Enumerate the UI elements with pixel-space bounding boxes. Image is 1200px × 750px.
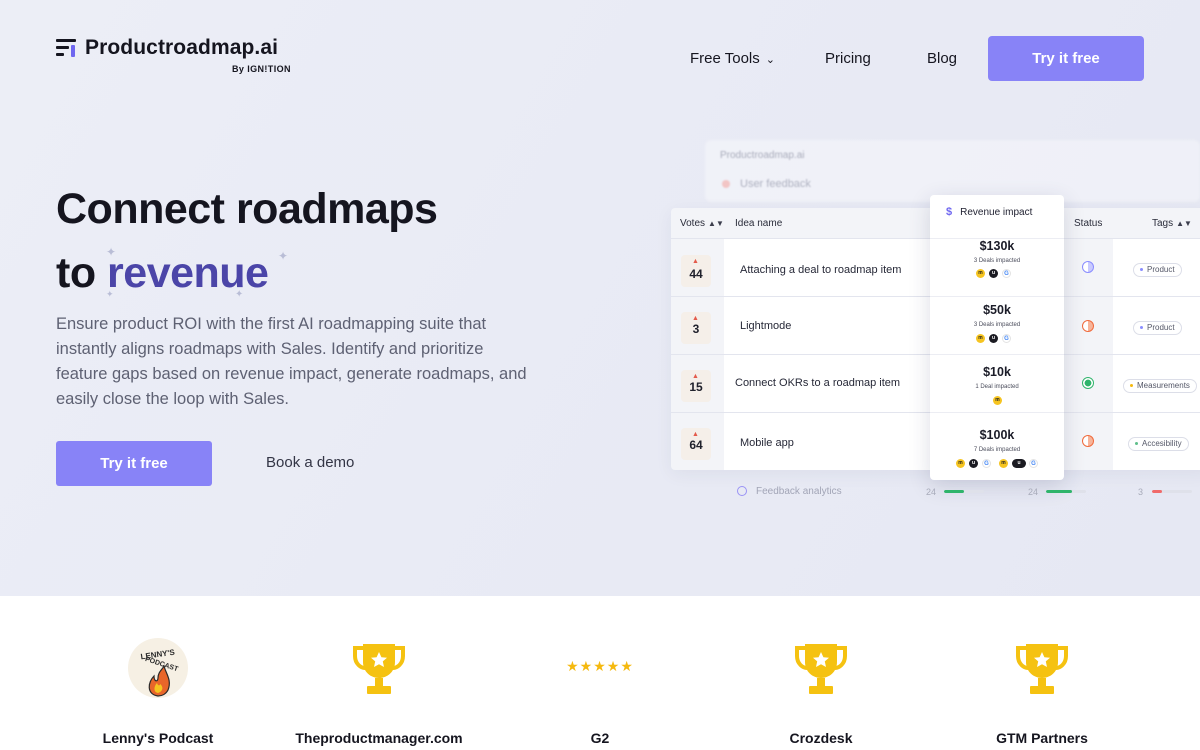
status-icon [1082,261,1094,273]
google-logo-icon: G [1002,269,1011,278]
award-label: G2 [590,730,610,746]
google-logo-icon: G [1029,459,1038,468]
sparkle-icon: ✦ [106,289,114,299]
feedback-icon [722,180,730,188]
idea-name[interactable]: Attaching a deal to roadmap item [740,264,901,276]
company-logo-icon: u [1012,459,1026,468]
company-logo-icon: u [989,334,998,343]
nav-free-tools-label: Free Tools [690,50,760,67]
trophy-icon [353,644,405,694]
tag-label: Product [1147,323,1175,332]
google-logo-icon: G [1002,334,1011,343]
company-logo-icon: m [976,269,985,278]
feedback-analytics-label: Feedback analytics [756,486,842,497]
column-votes-label: Votes [680,218,706,229]
revenue-amount: $100k [979,428,1015,442]
card-divider [930,412,1064,413]
revenue-impact-header[interactable]: $ Revenue impact [946,206,1032,218]
dollar-icon: $ [946,206,953,218]
revenue-amount: $50k [983,303,1011,317]
vote-count: 44 [689,267,703,281]
sort-icon: ▲▼ [1176,219,1192,228]
award-label: Lenny's Podcast [102,730,214,746]
sparkle-icon: ✦ [235,289,244,300]
company-logo-icon: m [993,396,1002,405]
deals-impacted: 1 Deal impacted [975,384,1019,390]
vote-count: 15 [689,380,703,394]
stars-icon: ★★★★★ [566,658,634,674]
tag-label: Measurements [1137,381,1190,390]
book-demo-link[interactable]: Book a demo [266,454,354,471]
vote-count: 64 [689,438,703,452]
analytics-bar [1152,490,1192,493]
deals-impacted: 3 Deals impacted [973,258,1021,264]
column-header-status[interactable]: Status [1074,218,1102,229]
try-free-button[interactable]: Try it free [56,441,212,486]
column-header-tags[interactable]: Tags ▲▼ [1152,218,1192,229]
idea-name[interactable]: Lightmode [740,320,791,332]
tag-chip[interactable]: Measurements [1123,379,1197,393]
upvote-icon: ▲ [692,258,699,265]
roadmap-logo-icon [56,39,76,57]
hero-title-line1: Connect roadmaps [56,185,438,233]
revenue-amount: $130k [979,239,1015,253]
company-logo-icon: m [956,459,965,468]
card-divider [930,354,1064,355]
trophy-icon [1016,644,1068,694]
column-header-idea[interactable]: Idea name [735,218,782,229]
deals-impacted: 7 Deals impacted [973,447,1021,453]
company-logo-icon: u [989,269,998,278]
google-logo-icon: G [982,459,991,468]
mockup-ghost-filter: User feedback [740,178,811,190]
tag-chip[interactable]: Product [1133,263,1182,277]
analytics-bar [944,490,984,493]
status-icon [1082,435,1094,447]
idea-name[interactable]: Mobile app [740,437,794,449]
analytics-count: 24 [1028,487,1039,497]
hero-lead: Ensure product ROI with the first AI roa… [56,315,527,408]
brand-name: Productroadmap.ai [85,36,279,59]
revenue-header-label: Revenue impact [960,207,1033,218]
status-icon [1082,320,1094,332]
sort-icon: ▲▼ [708,219,724,228]
hero-title-accent: revenue [107,249,269,297]
trophy-icon [795,644,847,694]
nav-free-tools[interactable]: Free Tools ⌄ [690,50,775,67]
analytics-icon [737,486,747,496]
upvote-icon: ▲ [692,431,699,438]
mockup-ghost-title: Productroadmap.ai [720,150,805,161]
tag-label: Accesibility [1142,439,1182,448]
card-divider [930,296,1064,297]
revenue-amount: $10k [983,365,1011,379]
vote-count: 3 [692,322,700,336]
award-label: Crozdesk [789,730,853,746]
tag-chip[interactable]: Product [1133,321,1182,335]
award-label: GTM Partners [996,730,1088,746]
chevron-down-icon: ⌄ [765,54,775,66]
tag-chip[interactable]: Accesibility [1128,437,1189,451]
column-header-votes[interactable]: Votes ▲▼ [680,218,724,229]
analytics-bar [1046,490,1086,493]
deals-impacted: 3 Deals impacted [973,322,1021,328]
brand-byline: By IGN!TION [232,64,291,74]
award-label: Theproductmanager.com [295,730,463,746]
analytics-count: 24 [926,487,937,497]
idea-name[interactable]: Connect OKRs to a roadmap item [735,377,900,389]
company-logo-icon: m [999,459,1008,468]
status-icon [1082,377,1094,389]
upvote-icon: ▲ [692,373,699,380]
hero-title-prefix: to [56,249,108,297]
tag-label: Product [1147,265,1175,274]
sparkle-icon: ✦ [278,249,289,263]
podcast-logo: LENNY'S PODCAST [128,638,188,698]
nav-try-free-button[interactable]: Try it free [988,36,1144,81]
nav-blog[interactable]: Blog [927,50,957,67]
upvote-icon: ▲ [692,315,699,322]
nav-pricing[interactable]: Pricing [825,50,871,67]
column-tags-label: Tags [1152,218,1174,229]
company-logo-icon: u [969,459,978,468]
analytics-count: 3 [1138,487,1144,497]
company-logo-icon: m [976,334,985,343]
sparkle-icon: ✦ [106,245,117,259]
